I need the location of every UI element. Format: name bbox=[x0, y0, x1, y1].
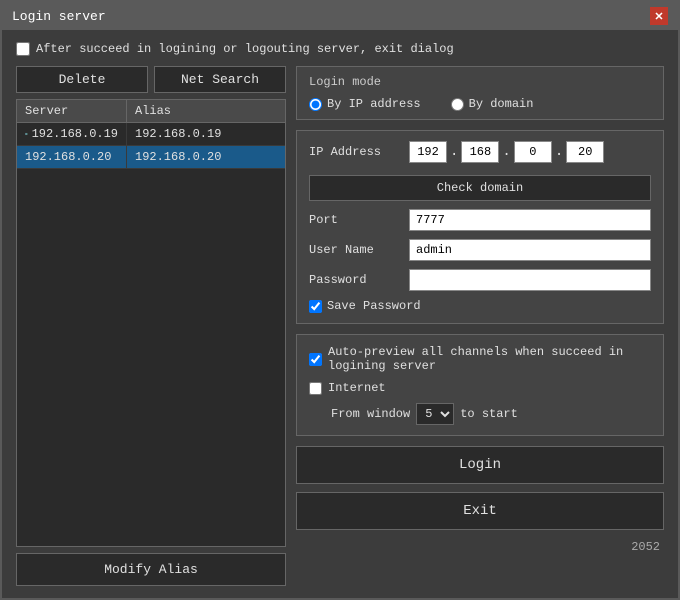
window-content: After succeed in logining or logouting s… bbox=[2, 30, 678, 598]
port-input[interactable] bbox=[409, 209, 651, 231]
radio-by-domain[interactable]: By domain bbox=[451, 97, 534, 111]
save-password-row: Save Password bbox=[309, 299, 651, 313]
username-label: User Name bbox=[309, 243, 409, 257]
username-input[interactable] bbox=[409, 239, 651, 261]
internet-label: Internet bbox=[328, 381, 386, 395]
modify-btn-row: Modify Alias bbox=[16, 553, 286, 586]
table-header: Server Alias bbox=[17, 100, 285, 123]
top-button-row: Delete Net Search bbox=[16, 66, 286, 93]
from-window-label-after: to start bbox=[460, 407, 518, 421]
ip-segment-2[interactable] bbox=[461, 141, 499, 163]
ip-dot-1: . bbox=[449, 144, 459, 160]
password-row: Password bbox=[309, 269, 651, 291]
delete-button[interactable]: Delete bbox=[16, 66, 148, 93]
right-panel: Login mode By IP address By domain bbox=[296, 66, 664, 586]
port-row: Port bbox=[309, 209, 651, 231]
ip-address-row: IP Address . . . bbox=[309, 141, 651, 163]
ip-segment-3[interactable] bbox=[514, 141, 552, 163]
password-label: Password bbox=[309, 273, 409, 287]
server-icon-1 bbox=[25, 127, 28, 141]
table-body: 192.168.0.19 192.168.0.19 192.168.0.20 1… bbox=[17, 123, 285, 546]
main-area: Delete Net Search Server Alias bbox=[16, 66, 664, 586]
login-mode-title: Login mode bbox=[309, 75, 651, 89]
from-window-row: From window 5 to start bbox=[309, 403, 651, 425]
radio-ip-label: By IP address bbox=[327, 97, 421, 111]
port-label: Port bbox=[309, 213, 409, 227]
from-window-label-before: From window bbox=[331, 407, 410, 421]
login-button[interactable]: Login bbox=[296, 446, 664, 484]
modify-alias-button[interactable]: Modify Alias bbox=[16, 553, 286, 586]
login-mode-box: Login mode By IP address By domain bbox=[296, 66, 664, 120]
from-window-select[interactable]: 5 bbox=[416, 403, 454, 425]
check-domain-button[interactable]: Check domain bbox=[309, 175, 651, 201]
action-buttons: Login Exit bbox=[296, 446, 664, 530]
server-cell-1: 192.168.0.19 bbox=[17, 123, 127, 145]
server-table: Server Alias bbox=[16, 99, 286, 547]
version-text: 2052 bbox=[631, 540, 660, 554]
ip-dot-3: . bbox=[554, 144, 564, 160]
password-input[interactable] bbox=[409, 269, 651, 291]
left-panel: Delete Net Search Server Alias bbox=[16, 66, 286, 586]
close-button[interactable]: ✕ bbox=[650, 7, 668, 25]
main-window: Login server ✕ After succeed in logining… bbox=[0, 0, 680, 600]
save-password-label: Save Password bbox=[327, 299, 421, 313]
header-server: Server bbox=[17, 100, 127, 122]
ip-segment-1[interactable] bbox=[409, 141, 447, 163]
auto-preview-row: Auto-preview all channels when succeed i… bbox=[309, 345, 651, 373]
net-search-button[interactable]: Net Search bbox=[154, 66, 286, 93]
auto-preview-checkbox[interactable] bbox=[309, 353, 322, 366]
table-row[interactable]: 192.168.0.20 192.168.0.20 bbox=[17, 146, 285, 169]
radio-by-ip[interactable]: By IP address bbox=[309, 97, 421, 111]
radio-row: By IP address By domain bbox=[309, 97, 651, 111]
options-box: Auto-preview all channels when succeed i… bbox=[296, 334, 664, 436]
table-row[interactable]: 192.168.0.19 192.168.0.19 bbox=[17, 123, 285, 146]
server-cell-2: 192.168.0.20 bbox=[17, 146, 127, 168]
radio-domain-label: By domain bbox=[469, 97, 534, 111]
radio-domain-input[interactable] bbox=[451, 98, 464, 111]
login-details-box: IP Address . . . Check domain bbox=[296, 130, 664, 324]
save-password-checkbox[interactable] bbox=[309, 300, 322, 313]
exit-dialog-checkbox[interactable] bbox=[16, 42, 30, 56]
internet-row: Internet bbox=[309, 381, 651, 395]
version-row: 2052 bbox=[296, 540, 664, 554]
exit-dialog-row: After succeed in logining or logouting s… bbox=[16, 42, 664, 56]
title-bar: Login server ✕ bbox=[2, 2, 678, 30]
exit-button[interactable]: Exit bbox=[296, 492, 664, 530]
alias-cell-1: 192.168.0.19 bbox=[127, 123, 285, 145]
ip-field-group: . . . bbox=[409, 141, 651, 163]
username-row: User Name bbox=[309, 239, 651, 261]
header-alias: Alias bbox=[127, 100, 285, 122]
auto-preview-label: Auto-preview all channels when succeed i… bbox=[328, 345, 651, 373]
radio-ip-input[interactable] bbox=[309, 98, 322, 111]
ip-segment-4[interactable] bbox=[566, 141, 604, 163]
ip-dot-2: . bbox=[501, 144, 511, 160]
alias-cell-2: 192.168.0.20 bbox=[127, 146, 285, 168]
window-title: Login server bbox=[12, 9, 106, 24]
exit-dialog-label: After succeed in logining or logouting s… bbox=[36, 42, 454, 56]
ip-address-label: IP Address bbox=[309, 145, 409, 159]
internet-checkbox[interactable] bbox=[309, 382, 322, 395]
